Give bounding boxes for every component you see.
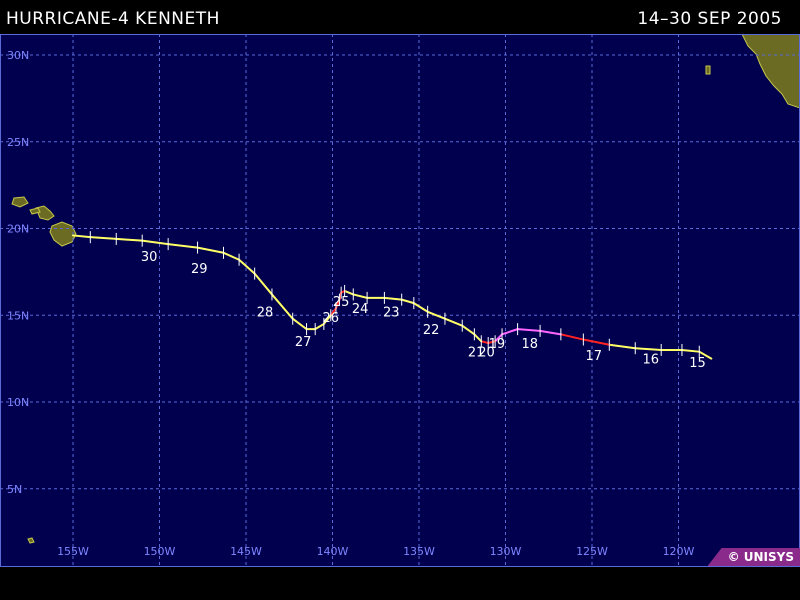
lat-label: 15N — [7, 309, 29, 322]
lat-label: 10N — [7, 396, 29, 409]
day-label: 28 — [257, 306, 274, 321]
lat-label: 20N — [7, 223, 29, 236]
lon-label: 155W — [57, 545, 89, 558]
lat-label: 5N — [7, 483, 22, 496]
lat-label: 25N — [7, 136, 29, 149]
lon-label: 120W — [663, 545, 695, 558]
day-label: 24 — [352, 302, 369, 317]
day-label: 16 — [643, 352, 660, 367]
unisys-copyright: © UNISYS — [707, 548, 800, 566]
day-label: 30 — [141, 250, 158, 265]
ocean-background — [0, 34, 800, 567]
lon-label: 150W — [144, 545, 176, 558]
day-label: 29 — [191, 262, 208, 277]
lat-label: 30N — [7, 49, 29, 62]
day-label: 22 — [423, 323, 440, 338]
lon-label: 145W — [230, 545, 262, 558]
day-label: 25 — [333, 295, 350, 310]
day-label: 21 — [468, 345, 485, 360]
day-label: 23 — [383, 306, 400, 321]
storm-title: HURRICANE-4 KENNETH — [6, 9, 220, 29]
land-isla-guadalupe — [705, 65, 711, 75]
lon-label: 135W — [403, 545, 435, 558]
lon-label: 140W — [317, 545, 349, 558]
day-label: 18 — [521, 337, 538, 352]
lon-label: 125W — [576, 545, 608, 558]
day-label: 26 — [322, 311, 339, 326]
day-label: 17 — [585, 349, 602, 364]
track-map: 30N 25N 20N 15N 10N 5N 155W 150W 145W 140W 135W 130… — [0, 34, 800, 567]
day-label: 15 — [689, 356, 706, 371]
bottom-bar — [0, 567, 800, 600]
title-bar: HURRICANE-4 KENNETH 14–30 SEP 2005 — [0, 0, 800, 34]
day-label: 27 — [295, 335, 312, 350]
storm-dates: 14–30 SEP 2005 — [637, 9, 782, 29]
lon-label: 130W — [490, 545, 522, 558]
